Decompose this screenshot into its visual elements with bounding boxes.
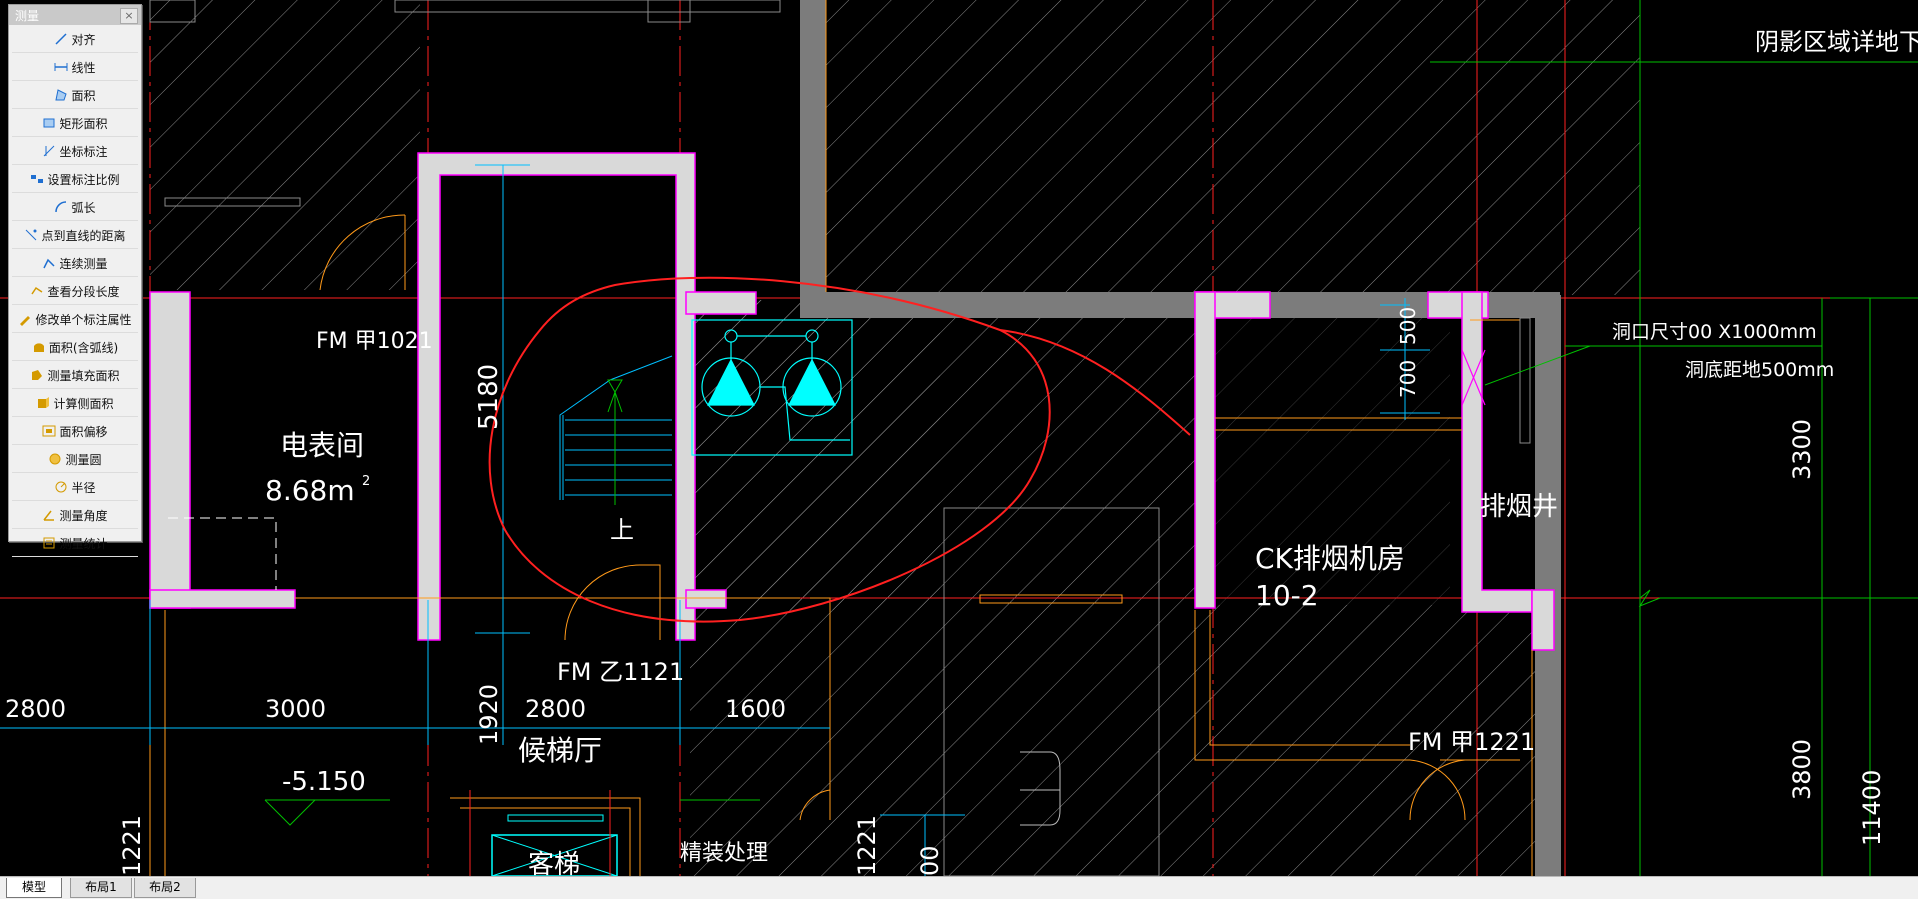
dim-3300: 3300 — [1788, 419, 1816, 480]
area-icon — [55, 89, 68, 101]
dim-3000: 3000 — [265, 695, 326, 723]
door-fm-b1121: FM 乙1121 — [557, 658, 684, 686]
dim-3800: 3800 — [1788, 739, 1816, 800]
scale-icon — [31, 175, 44, 183]
dim-2800-mid: 2800 — [525, 695, 586, 723]
room-meter: 电表间 — [280, 429, 364, 462]
area-offset-icon — [42, 425, 56, 437]
segment-icon — [31, 286, 43, 295]
palette-item-align[interactable]: 对齐 — [12, 26, 138, 53]
room-fan: CK排烟机房 — [1255, 542, 1405, 575]
mid-cut-number: 1221 — [853, 815, 881, 876]
mid-cut-dim: 00 — [916, 845, 944, 876]
palette-item-coordinate[interactable]: 坐标标注 — [12, 138, 138, 165]
palette-item-area[interactable]: 面积 — [12, 82, 138, 109]
dim-1600: 1600 — [725, 695, 786, 723]
coordinate-icon — [44, 145, 55, 157]
palette-item-linear[interactable]: 线性 — [12, 54, 138, 81]
area-arc-icon — [33, 343, 44, 352]
tab-model[interactable]: 模型 — [6, 878, 62, 898]
fill-area-icon — [32, 370, 43, 380]
palette-item-point-line[interactable]: 点到直线的距离 — [12, 222, 138, 249]
palette-item-side-area[interactable]: 计算侧面积 — [12, 390, 138, 417]
palette-item-segment-length[interactable]: 查看分段长度 — [12, 278, 138, 305]
hatch-region-left — [150, 0, 420, 290]
dim-700: 700 — [1396, 360, 1420, 398]
hatch-region-top — [820, 0, 1640, 295]
header-note: 阴影区域详地下 — [1755, 28, 1918, 56]
palette-item-rect-area[interactable]: 矩形面积 — [12, 110, 138, 137]
opening-height-note: 洞底距地500mm — [1685, 359, 1834, 381]
palette-item-modify-dim[interactable]: 修改单个标注属性 — [12, 306, 138, 333]
shear-wall-vertical — [800, 0, 826, 300]
cad-drawing-canvas[interactable]: 阴影区域详地下 FM 甲1021 电表间 8.68m 2 5180 上 FM 乙… — [0, 0, 1918, 876]
palette-title: 测量 — [15, 9, 40, 23]
palette-close-button[interactable]: × — [120, 8, 138, 24]
dim-2800-left: 2800 — [5, 695, 66, 723]
tab-layout2[interactable]: 布局2 — [134, 878, 196, 898]
align-icon — [55, 33, 68, 45]
side-area-icon — [38, 397, 50, 408]
palette-item-area-offset[interactable]: 面积偏移 — [12, 418, 138, 445]
elevation-level: -5.150 — [282, 767, 366, 797]
statistics-icon — [43, 537, 55, 549]
room-fan-number: 10-2 — [1255, 579, 1319, 612]
layout-tabs-bar: 模型 布局1 布局2 — [0, 876, 1918, 899]
dim-11400: 11400 — [1858, 770, 1886, 846]
dim-5180: 5180 — [474, 364, 504, 430]
modify-icon — [20, 316, 31, 326]
door-fm-a1221: FM 甲1221 — [1408, 728, 1535, 756]
arc-icon — [55, 201, 67, 213]
lobby-label: 候梯厅 — [518, 734, 602, 767]
meter-area: 8.68m — [265, 474, 355, 507]
tab-layout1[interactable]: 布局1 — [70, 878, 132, 898]
palette-item-arc-length[interactable]: 弧长 — [12, 194, 138, 221]
rectangle-area-icon — [43, 118, 55, 128]
area-superscript: 2 — [362, 474, 370, 489]
shear-wall-right — [1535, 295, 1561, 876]
palette-item-statistics[interactable]: 测量统计 — [12, 530, 138, 557]
palette-item-set-scale[interactable]: 设置标注比例 — [12, 166, 138, 193]
palette-item-continuous[interactable]: 连续测量 — [12, 250, 138, 277]
radius-icon — [55, 481, 67, 493]
continuous-icon — [43, 258, 56, 269]
guest-elevator: 客梯 — [528, 850, 580, 876]
finish-note: 精装处理 — [680, 841, 768, 866]
opening-size-note: 洞口尺寸00 X1000mm — [1612, 321, 1817, 343]
palette-item-angle[interactable]: 测量角度 — [12, 502, 138, 529]
angle-icon — [43, 510, 55, 521]
palette-item-radius[interactable]: 半径 — [12, 474, 138, 501]
smoke-shaft-label: 排烟井 — [1480, 492, 1558, 522]
dim-1920: 1920 — [475, 684, 503, 745]
point-line-icon — [26, 229, 37, 241]
palette-item-fill-area[interactable]: 测量填充面积 — [12, 362, 138, 389]
left-cut-number: 1221 — [118, 815, 146, 876]
circle-icon — [49, 453, 61, 465]
palette-item-area-arc[interactable]: 面积(含弧线) — [12, 334, 138, 361]
palette-item-measure-circle[interactable]: 测量圆 — [12, 446, 138, 473]
measure-palette[interactable]: 测量 × 对齐 线性 面积 矩形面积 坐标标注 设置标注比例 弧长 点到直线的距… — [8, 4, 142, 557]
stair-up-label: 上 — [610, 516, 634, 544]
dim-500: 500 — [1396, 307, 1420, 345]
linear-icon — [54, 63, 68, 71]
palette-title-bar[interactable]: 测量 × — [9, 5, 141, 25]
door-fm-a1021: FM 甲1021 — [316, 329, 433, 354]
